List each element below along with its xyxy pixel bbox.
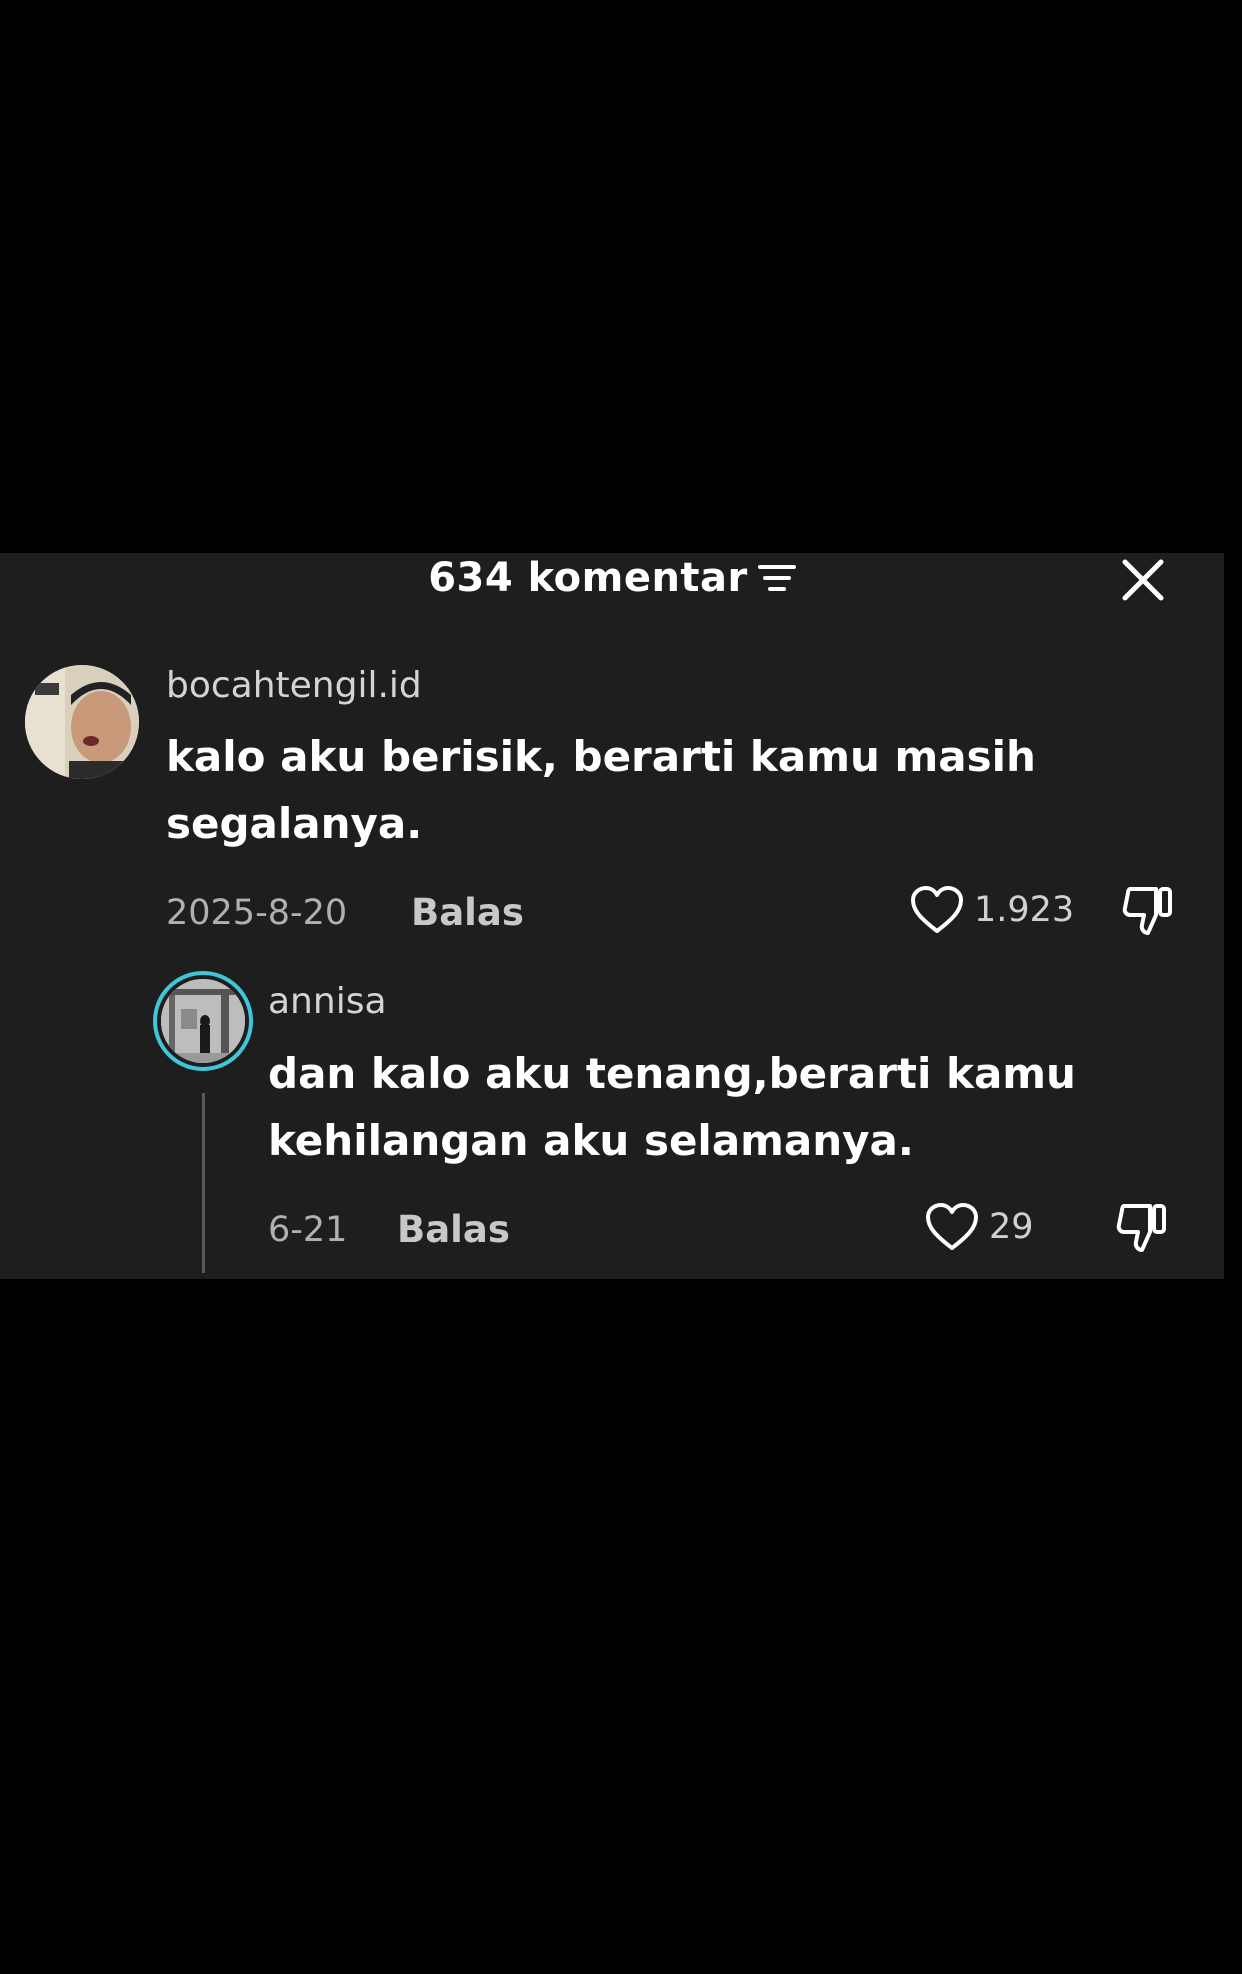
reply-date: 6-21: [268, 1210, 348, 1250]
dislike-icon[interactable]: [1120, 883, 1176, 939]
sort-filter-icon[interactable]: [757, 563, 796, 593]
close-icon[interactable]: [1120, 557, 1166, 603]
dislike-icon[interactable]: [1114, 1200, 1170, 1256]
comment-count: 634 komentar: [428, 555, 748, 601]
heart-icon: [911, 886, 963, 933]
reply-username[interactable]: annisa: [268, 981, 387, 1022]
avatar[interactable]: [153, 971, 253, 1071]
like-count: 29: [989, 1207, 1034, 1247]
avatar[interactable]: [25, 665, 139, 779]
like-button[interactable]: 1.923: [910, 885, 1074, 935]
comments-header: 634 komentar: [0, 553, 1224, 603]
like-button[interactable]: 29: [925, 1202, 1034, 1252]
comment-username[interactable]: bocahtengil.id: [166, 665, 422, 706]
heart-icon: [926, 1203, 978, 1250]
comment-text: kalo aku berisik, berarti kamu masih seg…: [166, 732, 1036, 848]
like-count: 1.923: [974, 890, 1075, 930]
reply-text: dan kalo aku tenang,berarti kamu kehilan…: [268, 1049, 1076, 1165]
comment-date: 2025-8-20: [166, 893, 348, 933]
thread-line: [202, 1093, 205, 1273]
comments-panel: 634 komentar bocahtengil.id kalo aku ber…: [0, 553, 1224, 1279]
reply-button[interactable]: Balas: [397, 1208, 510, 1251]
reply-button[interactable]: Balas: [411, 891, 524, 934]
